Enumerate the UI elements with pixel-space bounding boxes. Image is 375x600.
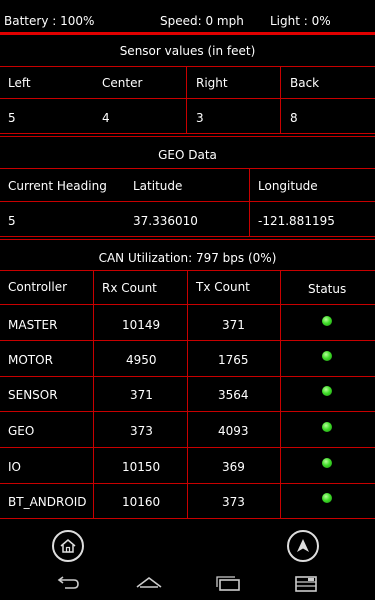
row-tx-count: 371 [222, 318, 245, 332]
row-controller: BT_ANDROID [8, 495, 87, 509]
divider [0, 518, 375, 519]
status-indicator [322, 493, 332, 503]
sensor-value-right: 3 [196, 111, 204, 125]
divider [0, 136, 375, 137]
geo-value-longitude: -121.881195 [258, 214, 335, 228]
sensor-value-center: 4 [102, 111, 110, 125]
speed-status: Speed: 0 mph [160, 14, 244, 28]
can-header-rx: Rx Count [102, 281, 157, 295]
row-rx-count: 371 [130, 388, 153, 402]
back-icon [55, 575, 81, 593]
column-divider [249, 168, 250, 236]
divider [0, 66, 375, 67]
row-tx-count: 3564 [218, 388, 249, 402]
row-rx-count: 10149 [122, 318, 161, 332]
header-divider [0, 32, 375, 35]
home-button[interactable] [52, 530, 84, 562]
status-indicator [322, 316, 332, 326]
column-divider [186, 66, 187, 133]
row-rx-count: 4950 [126, 353, 157, 367]
sensor-header-center: Center [102, 76, 143, 90]
sensor-header-right: Right [196, 76, 228, 90]
divider [0, 168, 375, 169]
divider [0, 98, 375, 99]
row-controller: IO [8, 460, 21, 474]
system-home-button[interactable] [135, 575, 163, 593]
menu-icon [294, 575, 318, 593]
status-indicator [322, 422, 332, 432]
divider [0, 236, 375, 237]
sensor-value-left: 5 [8, 111, 16, 125]
column-divider [280, 270, 281, 518]
recents-icon [214, 575, 242, 593]
row-controller: MASTER [8, 318, 58, 332]
geo-header-heading: Current Heading [8, 179, 107, 193]
row-rx-count: 10150 [122, 460, 161, 474]
recents-button[interactable] [214, 575, 242, 593]
menu-button[interactable] [294, 575, 318, 593]
status-indicator [322, 351, 332, 361]
row-controller: SENSOR [8, 388, 58, 402]
divider [0, 133, 375, 134]
can-header-controller: Controller [8, 280, 68, 294]
column-divider [280, 66, 281, 133]
geo-value-latitude: 37.336010 [133, 214, 198, 228]
row-tx-count: 369 [222, 460, 245, 474]
sensor-header-left: Left [8, 76, 31, 90]
can-header-tx: Tx Count [196, 280, 250, 294]
divider [0, 239, 375, 240]
back-button[interactable] [55, 575, 81, 593]
geo-title: GEO Data [158, 148, 217, 162]
sensor-title: Sensor values (in feet) [119, 44, 256, 58]
row-tx-count: 1765 [218, 353, 249, 367]
sensor-value-back: 8 [290, 111, 298, 125]
home-icon [135, 575, 163, 593]
can-header-status: Status [308, 282, 347, 296]
home-icon [59, 537, 77, 555]
battery-status: Battery : 100% [4, 14, 95, 28]
row-tx-count: 4093 [218, 424, 249, 438]
row-tx-count: 373 [222, 495, 245, 509]
top-status-bar: Battery : 100% Speed: 0 mph Light : 0% [0, 0, 375, 34]
row-controller: MOTOR [8, 353, 53, 367]
sensor-header-back: Back [290, 76, 320, 90]
status-indicator [322, 458, 332, 468]
navigate-button[interactable] [287, 530, 319, 562]
navigation-arrow-icon [294, 537, 312, 555]
column-divider [93, 270, 94, 518]
row-controller: GEO [8, 424, 35, 438]
column-divider [187, 270, 188, 518]
geo-value-heading: 5 [8, 214, 16, 228]
light-status: Light : 0% [270, 14, 331, 28]
geo-header-latitude: Latitude [133, 179, 183, 193]
geo-header-longitude: Longitude [258, 179, 318, 193]
row-rx-count: 373 [130, 424, 153, 438]
status-indicator [322, 386, 332, 396]
divider [0, 201, 375, 202]
row-rx-count: 10160 [122, 495, 161, 509]
can-title: CAN Utilization: 797 bps (0%) [98, 251, 277, 265]
